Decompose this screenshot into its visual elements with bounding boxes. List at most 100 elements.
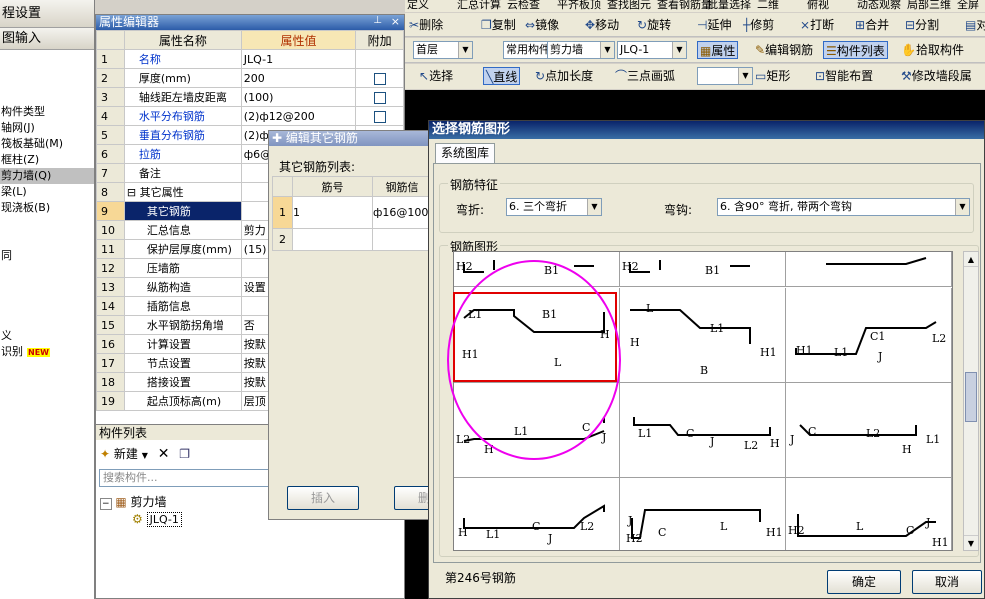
shape-grid-scrollbar[interactable]: ▲ ▼ [963, 251, 979, 551]
nav-header-settings[interactable]: 程设置 [0, 0, 94, 28]
table-row[interactable]: 4 水平分布钢筋 (2)ф12@200 [96, 106, 404, 126]
table-row[interactable]: 1 名称 JLQ-1 [96, 49, 404, 69]
toolbar-button[interactable]: ⊣延伸 [697, 16, 731, 34]
rebar-shape-cell[interactable]: H2 L C J H1 [786, 478, 952, 550]
new-button[interactable]: 新建 [114, 447, 138, 461]
extra-checkbox[interactable] [373, 72, 386, 85]
rebar-shape-cell[interactable]: L2 L1 C J H [454, 383, 620, 478]
table-row[interactable]: 2 厚度(mm) 200 [96, 68, 404, 88]
toolbar-button[interactable]: ▤对 [965, 16, 985, 34]
nav-item[interactable]: 义 [0, 328, 94, 344]
component-search-input[interactable]: 搜索构件... [99, 469, 269, 487]
nav-item[interactable] [0, 296, 94, 312]
scrollbar-thumb[interactable] [965, 372, 977, 422]
toolbar-button[interactable]: ▭矩形 [755, 67, 790, 85]
rebar-shape-cell[interactable]: L1 C J L2 H [620, 383, 786, 478]
rebar-shape-cell[interactable]: J C L2 H L1 [786, 383, 952, 478]
toolbar-item[interactable]: 定义 [407, 0, 429, 10]
toolbar-item[interactable]: 汇总计算 [457, 0, 501, 10]
rebar-shape-cell[interactable]: J H2 C L H1 [620, 478, 786, 550]
table-row[interactable]: 3 轴线距左墙皮距离 (100) [96, 87, 404, 107]
rebar-shape-cell[interactable]: H2 B1 [454, 252, 620, 287]
nav-item[interactable]: 框柱(Z) [0, 152, 94, 168]
toolbar-item[interactable]: 批量选择 [707, 0, 751, 10]
property-value[interactable]: (100) [240, 87, 357, 107]
toolbar-item[interactable]: 查看钢筋量 [657, 0, 712, 10]
rebar-shape-cell[interactable] [786, 252, 952, 287]
nav-item[interactable]: 同 [0, 248, 94, 264]
nav-item[interactable]: 剪力墙(Q) [0, 168, 94, 184]
toolbar-button[interactable]: ⊟分割 [905, 16, 939, 34]
nav-item[interactable]: 轴网(J) [0, 120, 94, 136]
toolbar-button[interactable]: ▦属性 [697, 41, 739, 59]
draw-mode-combo[interactable]: ▼ [697, 67, 753, 85]
extra-checkbox[interactable] [373, 110, 386, 123]
toolbar-button[interactable]: ┼修剪 [743, 16, 774, 34]
toolbar-button[interactable]: ↻旋转 [637, 16, 671, 34]
cancel-button[interactable]: 取消 [912, 570, 982, 594]
nav-item[interactable] [0, 264, 94, 280]
toolbar-button[interactable]: ✋拾取构件 [901, 41, 964, 59]
component-combo[interactable]: 首层 ▼ [413, 41, 473, 59]
new-icon[interactable]: ✦ [100, 447, 110, 461]
nav-item[interactable] [0, 312, 94, 328]
nav-item[interactable]: 构件类型 [0, 104, 94, 120]
copy-icon[interactable]: ❐ [179, 447, 190, 461]
toolbar-item[interactable]: 平齐板顶 [557, 0, 601, 10]
insert-button[interactable]: 插入 [287, 486, 359, 510]
toolbar-item[interactable]: 云检查 [507, 0, 540, 10]
component-combo[interactable]: 剪力墙 ▼ [547, 41, 615, 59]
rebar-shape-cell[interactable]: H2 B1 [620, 252, 786, 287]
tab-system-library[interactable]: 系统图库 [435, 143, 495, 163]
ok-button[interactable]: 确定 [827, 570, 901, 594]
close-icon[interactable]: × [391, 15, 400, 28]
nav-item[interactable]: 梁(L) [0, 184, 94, 200]
component-combo[interactable]: JLQ-1 ▼ [617, 41, 687, 59]
toolbar-button[interactable]: ⊞合并 [855, 16, 889, 34]
toolbar-item[interactable]: 动态观察 [857, 0, 901, 10]
table-row[interactable]: 2 [272, 228, 432, 251]
toolbar-item[interactable]: 局部三维 [907, 0, 951, 10]
toolbar-button[interactable]: ↻点加长度 [535, 67, 593, 85]
nav-header-drawing-input[interactable]: 图输入 [0, 28, 94, 50]
rebar-shape-cell[interactable]: L L1 H B H1 [620, 288, 786, 383]
nav-item[interactable]: 现浇板(B) [0, 200, 94, 216]
property-value[interactable]: (2)ф12@200 [240, 106, 357, 126]
toolbar-button[interactable]: ⨯打断 [800, 16, 834, 34]
scroll-down-icon[interactable]: ▼ [964, 535, 978, 550]
property-value[interactable]: JLQ-1 [240, 49, 357, 69]
delete-icon[interactable]: ✕ [158, 446, 170, 462]
toolbar-button[interactable]: ╲直线 [483, 67, 521, 85]
tree-node-jlq1[interactable]: ⚙ JLQ-1 [132, 512, 182, 527]
toolbar-button[interactable]: ↖选择 [419, 67, 453, 85]
toolbar-button[interactable]: ⇔镜像 [525, 16, 559, 34]
pin-icon[interactable]: ⊥ [373, 15, 382, 26]
toolbar-button[interactable]: ✥移动 [585, 16, 619, 34]
extra-checkbox[interactable] [373, 91, 386, 104]
nav-item[interactable] [0, 232, 94, 248]
toolbar-item[interactable]: 查找图元 [607, 0, 651, 10]
toolbar-button[interactable]: ⌒三点画弧 [615, 67, 675, 85]
rebar-shape-cell[interactable]: H1 L1 C1 J L2 [786, 288, 952, 383]
table-row[interactable]: 1 1 ф16@100 [272, 196, 432, 229]
nav-item[interactable] [0, 216, 94, 232]
toolbar-button[interactable]: ✎编辑钢筋 [755, 41, 813, 59]
dropdown-arrow-icon[interactable]: ▼ [142, 451, 148, 460]
toolbar-item[interactable]: 二维 [757, 0, 779, 10]
toolbar-button[interactable]: ❐复制 [481, 16, 516, 34]
toolbar-item[interactable]: 俯视 [807, 0, 829, 10]
nav-item[interactable]: 筏板基础(M) [0, 136, 94, 152]
tree-node-shear-wall[interactable]: − ▦ 剪力墙 [100, 493, 182, 510]
toolbar-button[interactable]: ☰构件列表 [823, 41, 888, 59]
scroll-up-icon[interactable]: ▲ [964, 252, 978, 267]
rebar-shape-cell[interactable]: H L1 C J L2 [454, 478, 620, 550]
nav-item[interactable] [0, 280, 94, 296]
nav-item[interactable]: 识别 NEW [0, 344, 94, 360]
bend-select[interactable]: 6. 三个弯折 ▼ [506, 198, 602, 216]
toolbar-button[interactable]: ⚒修改墙段属 [901, 67, 972, 85]
toolbar-item[interactable]: 全屏 [957, 0, 979, 10]
toolbar-button[interactable]: ✂删除 [409, 16, 443, 34]
toolbar-button[interactable]: ⊡智能布置 [815, 67, 873, 85]
property-value[interactable]: 200 [240, 68, 357, 88]
hook-select[interactable]: 6. 含90° 弯折, 带两个弯钩 ▼ [717, 198, 970, 216]
